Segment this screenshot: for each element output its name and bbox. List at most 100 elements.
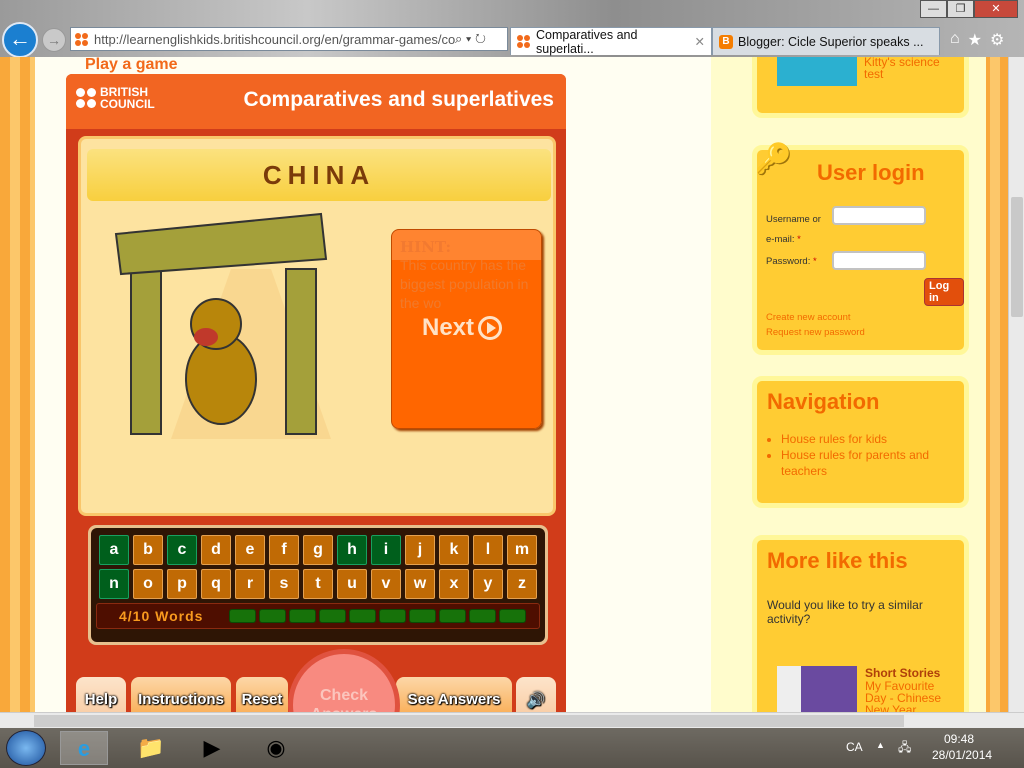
game-header: BRITISH COUNCIL Comparatives and superlat… (66, 74, 566, 129)
progress-segment (319, 609, 346, 623)
letter-key-o[interactable]: o (133, 569, 163, 599)
gear-icon[interactable]: ⚙ (990, 30, 1004, 50)
more-like-this-box: More like this Would you like to try a s… (752, 535, 969, 712)
sound-icon[interactable]: 🔊 (516, 677, 556, 712)
story-thumbnail[interactable] (777, 666, 857, 712)
username-label: Username or e-mail: * (766, 214, 821, 245)
game-title: Comparatives and superlatives (243, 88, 554, 111)
key-monster-icon: 🔑 (755, 143, 793, 176)
video-thumbnail[interactable] (777, 57, 857, 86)
game-stage: CHINA HINT: This country has the biggest… (78, 136, 556, 516)
search-refresh-icons[interactable]: ⌕ ▾ ↻ (455, 31, 507, 47)
letter-keyboard: abcdefghijklm nopqrstuvwxyz 4/10 Words (88, 525, 548, 645)
help-button[interactable]: Help (76, 677, 126, 712)
letter-key-e[interactable]: e (235, 535, 265, 565)
nav-link-house-rules-kids[interactable]: House rules for kids (781, 431, 954, 447)
window-controls: — ❐ ✕ (920, 0, 1018, 18)
letter-key-p[interactable]: p (167, 569, 197, 599)
letter-key-t[interactable]: t (303, 569, 333, 599)
letter-key-m[interactable]: m (507, 535, 537, 565)
clock-time[interactable]: 09:48 (944, 732, 974, 746)
letter-key-l[interactable]: l (473, 535, 503, 565)
password-input[interactable] (832, 251, 926, 270)
letter-key-w[interactable]: w (405, 569, 435, 599)
instructions-button[interactable]: Instructions (131, 677, 231, 712)
reset-button[interactable]: Reset (236, 677, 288, 712)
letter-key-k[interactable]: k (439, 535, 469, 565)
address-bar[interactable]: http://learnenglishkids.britishcouncil.o… (70, 27, 508, 51)
navigation-title: Navigation (767, 389, 880, 414)
progress-segment (469, 609, 496, 623)
minimize-button[interactable]: — (920, 0, 947, 18)
letter-key-s[interactable]: s (269, 569, 299, 599)
letter-key-f[interactable]: f (269, 535, 299, 565)
british-council-logo: BRITISH COUNCIL (76, 86, 155, 110)
letter-key-g[interactable]: g (303, 535, 333, 565)
letter-key-c[interactable]: c (167, 535, 197, 565)
internet-explorer-icon[interactable]: e (60, 731, 108, 765)
letter-key-z[interactable]: z (507, 569, 537, 599)
tab-comparatives[interactable]: Comparatives and superlati... ✕ (510, 27, 712, 56)
username-input[interactable] (832, 206, 926, 225)
maximize-button[interactable]: ❐ (947, 0, 974, 18)
tab-blogger[interactable]: B Blogger: Cicle Superior speaks ... (712, 27, 940, 55)
video-box: Kitty's science test (752, 57, 969, 118)
progress-segment (499, 609, 526, 623)
language-indicator[interactable]: CA (846, 740, 863, 754)
show-hidden-icons[interactable]: ▲ (876, 740, 885, 750)
file-explorer-icon[interactable]: 📁 (127, 731, 175, 765)
letter-key-r[interactable]: r (235, 569, 265, 599)
vertical-scrollbar[interactable] (1008, 57, 1024, 712)
blogger-icon: B (719, 34, 733, 49)
chrome-icon[interactable]: ◉ (252, 731, 300, 765)
favorites-star-icon[interactable]: ★ (968, 30, 982, 50)
network-icon[interactable]: 🖧 (898, 738, 911, 759)
see-answers-button[interactable]: See Answers (396, 677, 512, 712)
horizontal-scrollbar[interactable] (0, 712, 1024, 728)
letter-key-j[interactable]: j (405, 535, 435, 565)
create-account-link[interactable]: Create new account (766, 312, 851, 323)
more-text: Would you like to try a similar activity… (767, 598, 923, 626)
letter-key-b[interactable]: b (133, 535, 163, 565)
word-progress: 4/10 Words (96, 603, 540, 629)
back-button[interactable]: ← (2, 22, 38, 58)
letter-key-q[interactable]: q (201, 569, 231, 599)
letter-key-a[interactable]: a (99, 535, 129, 565)
site-favicon (75, 32, 88, 46)
letter-key-i[interactable]: i (371, 535, 401, 565)
close-tab-icon[interactable]: ✕ (695, 34, 705, 49)
next-button[interactable]: Next (422, 314, 503, 342)
story-link[interactable]: My Favourite Day - Chinese New Year (865, 680, 955, 712)
taskbar: e 📁 ▶ ◉ CA ▲ 🖧 09:48 28/01/2014 (0, 728, 1024, 768)
letter-key-y[interactable]: y (473, 569, 503, 599)
clock-date[interactable]: 28/01/2014 (932, 748, 992, 762)
url-text[interactable]: http://learnenglishkids.britishcouncil.o… (94, 32, 455, 47)
progress-segment (409, 609, 436, 623)
browser-chrome: — ❐ ✕ ← → http://learnenglishkids.britis… (0, 0, 1024, 58)
letter-key-v[interactable]: v (371, 569, 401, 599)
log-in-button[interactable]: Log in (924, 278, 964, 306)
password-label: Password: * (766, 256, 817, 267)
section-heading: Play a game (85, 57, 178, 73)
browser-icons: ⌂ ★ ⚙ (950, 30, 1004, 50)
nav-link-house-rules-parents[interactable]: House rules for parents and teachers (781, 447, 954, 479)
story-category: Short Stories (865, 666, 941, 680)
forward-button[interactable]: → (42, 28, 66, 52)
login-title: User login (817, 160, 925, 185)
more-title: More like this (767, 548, 908, 573)
hint-title: HINT: (400, 238, 452, 256)
check-answers-button[interactable]: Check Answers (288, 649, 400, 712)
media-player-icon[interactable]: ▶ (188, 731, 236, 765)
letter-key-x[interactable]: x (439, 569, 469, 599)
letter-key-n[interactable]: n (99, 569, 129, 599)
request-password-link[interactable]: Request new password (766, 327, 865, 338)
letter-key-u[interactable]: u (337, 569, 367, 599)
hint-box: HINT: This country has the biggest popul… (391, 229, 542, 429)
letter-key-d[interactable]: d (201, 535, 231, 565)
start-button[interactable] (6, 730, 46, 766)
letter-key-h[interactable]: h (337, 535, 367, 565)
home-icon[interactable]: ⌂ (950, 30, 960, 50)
video-link[interactable]: Kitty's science test (864, 57, 954, 80)
close-button[interactable]: ✕ (974, 0, 1018, 18)
monkey-gate-illustration (114, 212, 331, 439)
